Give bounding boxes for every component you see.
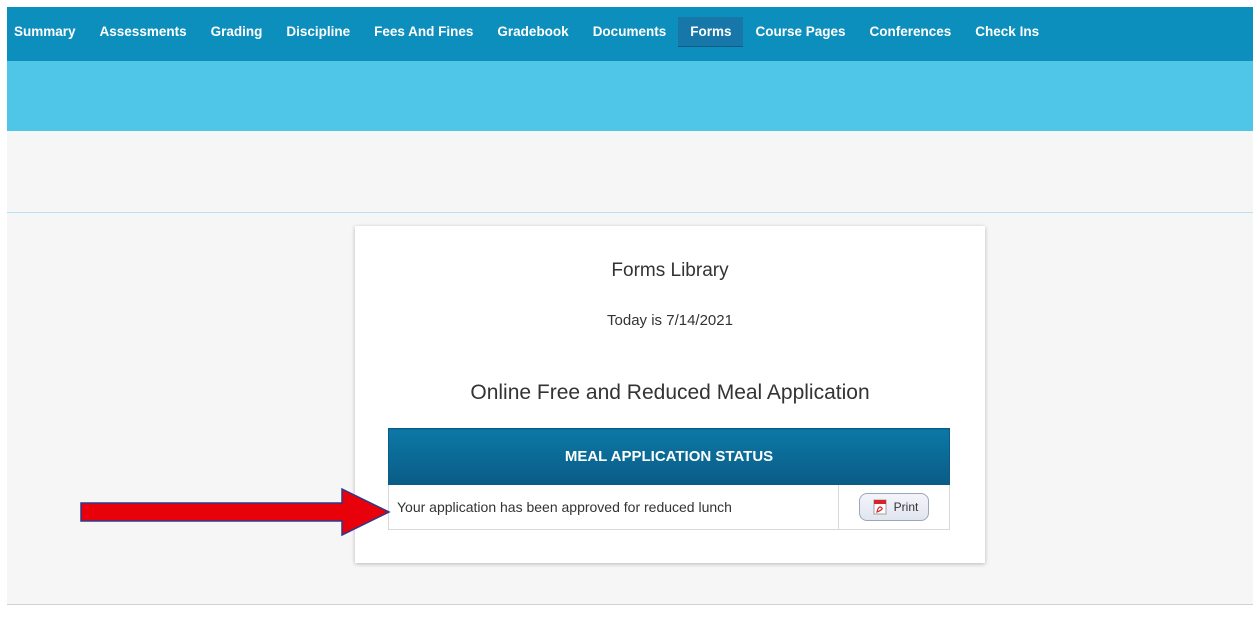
table-row: Your application has been approved for r… (388, 484, 950, 530)
nav-tab-discipline[interactable]: Discipline (274, 17, 362, 47)
content-divider-bottom (7, 604, 1253, 605)
nav-tab-forms[interactable]: Forms (678, 17, 744, 47)
nav-tab-documents[interactable]: Documents (581, 17, 679, 47)
nav-tab-course-pages[interactable]: Course Pages (743, 17, 857, 47)
page: Summary Assessments Grading Discipline F… (0, 0, 1253, 639)
nav-tab-summary[interactable]: Summary (7, 17, 88, 47)
meal-application-status-table: MEAL APPLICATION STATUS Your application… (388, 428, 950, 530)
content-divider-top (7, 212, 1253, 213)
forms-library-title: Forms Library (611, 260, 729, 281)
print-cell: Print (838, 484, 950, 530)
top-navigation: Summary Assessments Grading Discipline F… (7, 7, 1253, 61)
meal-application-heading: Online Free and Reduced Meal Application (470, 381, 870, 404)
sub-header-bar (7, 61, 1253, 131)
today-date-text: Today is 7/14/2021 (607, 312, 733, 329)
nav-tab-grading[interactable]: Grading (199, 17, 275, 47)
application-status-message: Your application has been approved for r… (388, 484, 839, 530)
table-header-row: MEAL APPLICATION STATUS (388, 428, 950, 485)
nav-tab-conferences[interactable]: Conferences (858, 17, 964, 47)
print-button-label: Print (893, 500, 919, 514)
nav-tab-check-ins[interactable]: Check Ins (963, 17, 1051, 47)
print-button[interactable]: Print (858, 493, 930, 521)
red-arrow-annotation (80, 487, 391, 537)
nav-tab-gradebook[interactable]: Gradebook (485, 17, 580, 47)
pdf-icon (873, 499, 887, 515)
table-header-meal-application-status: MEAL APPLICATION STATUS (388, 428, 950, 485)
nav-tab-assessments[interactable]: Assessments (88, 17, 199, 47)
nav-tab-fees-and-fines[interactable]: Fees And Fines (362, 17, 485, 47)
forms-library-card: Forms Library Today is 7/14/2021 Online … (355, 226, 985, 563)
